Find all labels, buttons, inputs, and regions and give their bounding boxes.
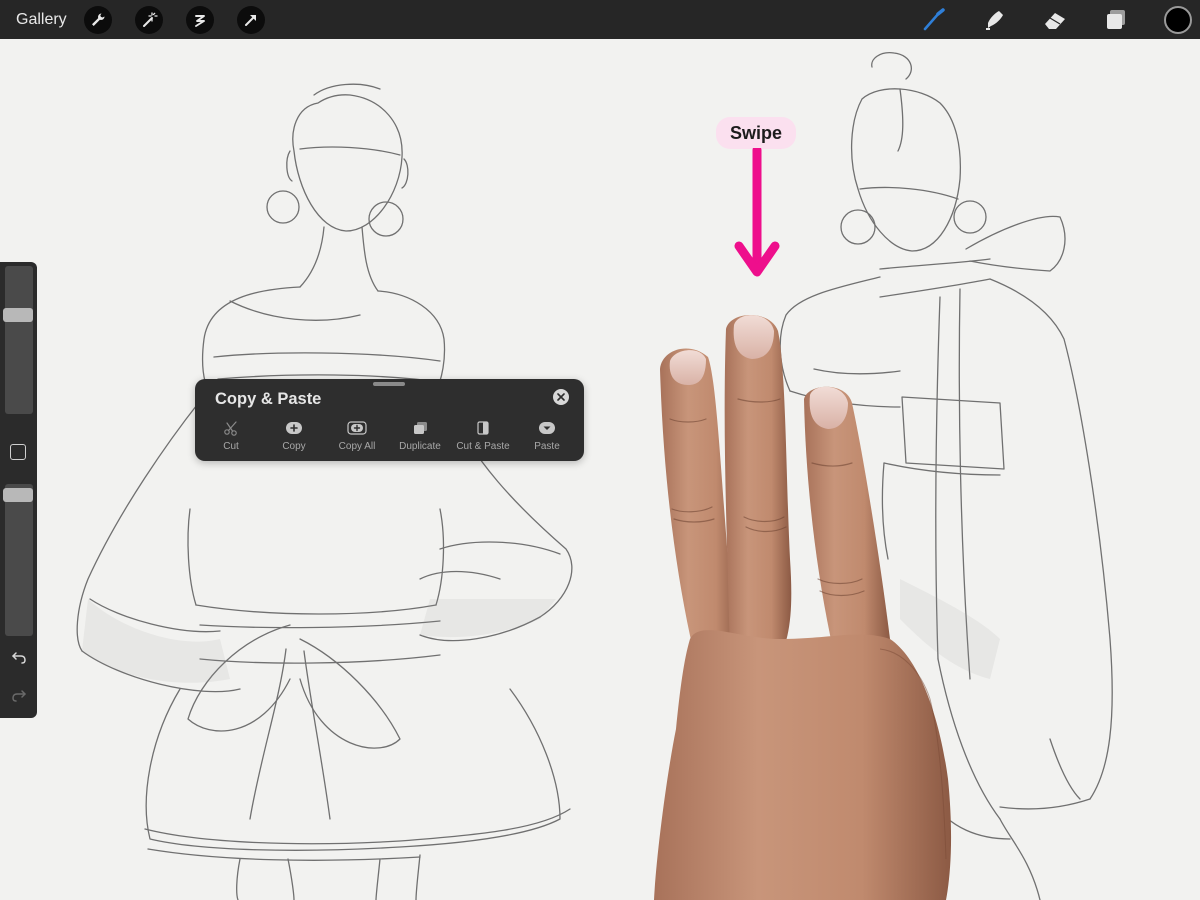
color-picker-swatch[interactable] [1164, 6, 1192, 34]
paste-button[interactable]: Paste [512, 420, 582, 456]
scissors-icon [196, 420, 266, 436]
redo-icon[interactable] [8, 684, 30, 706]
wrench-icon[interactable] [84, 6, 112, 34]
selection-icon[interactable] [186, 6, 214, 34]
opacity-slider-thumb[interactable] [3, 488, 33, 502]
undo-icon[interactable] [8, 646, 30, 668]
layers-icon[interactable] [1101, 5, 1131, 35]
gallery-button[interactable]: Gallery [16, 0, 67, 39]
swipe-down-arrow-icon [734, 148, 780, 277]
brush-size-slider[interactable] [5, 266, 33, 414]
transform-arrow-icon[interactable] [237, 6, 265, 34]
fashion-sketch-illustration [76, 52, 1113, 900]
copy-all-button[interactable]: Copy All [322, 420, 392, 456]
cut-button[interactable]: Cut [196, 420, 266, 456]
cut-paste-icon [448, 420, 518, 436]
paste-icon [512, 420, 582, 436]
magic-wand-icon[interactable] [135, 6, 163, 34]
panel-grabber-handle[interactable] [373, 382, 405, 386]
copy-all-icon [322, 420, 392, 436]
copy-paste-panel: Copy & Paste Cut Copy Copy All Duplicate… [195, 379, 584, 461]
panel-title: Copy & Paste [215, 390, 322, 408]
copy-paste-actions: Cut Copy Copy All Duplicate Cut & Paste [195, 420, 584, 456]
top-toolbar: Gallery [0, 0, 1200, 39]
drawing-canvas[interactable]: Swipe [0, 39, 1200, 900]
close-icon[interactable] [553, 389, 569, 405]
brush-size-slider-thumb[interactable] [3, 308, 33, 322]
opacity-slider[interactable] [5, 484, 33, 636]
smudge-icon[interactable] [979, 5, 1009, 35]
swipe-label: Swipe [716, 117, 796, 149]
copy-button[interactable]: Copy [259, 420, 329, 456]
copy-icon [259, 420, 329, 436]
duplicate-icon [385, 420, 455, 436]
brush-icon[interactable] [919, 5, 949, 35]
left-sidebar [0, 262, 37, 718]
duplicate-button[interactable]: Duplicate [385, 420, 455, 456]
eraser-icon[interactable] [1040, 5, 1070, 35]
cut-and-paste-button[interactable]: Cut & Paste [448, 420, 518, 456]
modify-button[interactable] [10, 444, 26, 460]
